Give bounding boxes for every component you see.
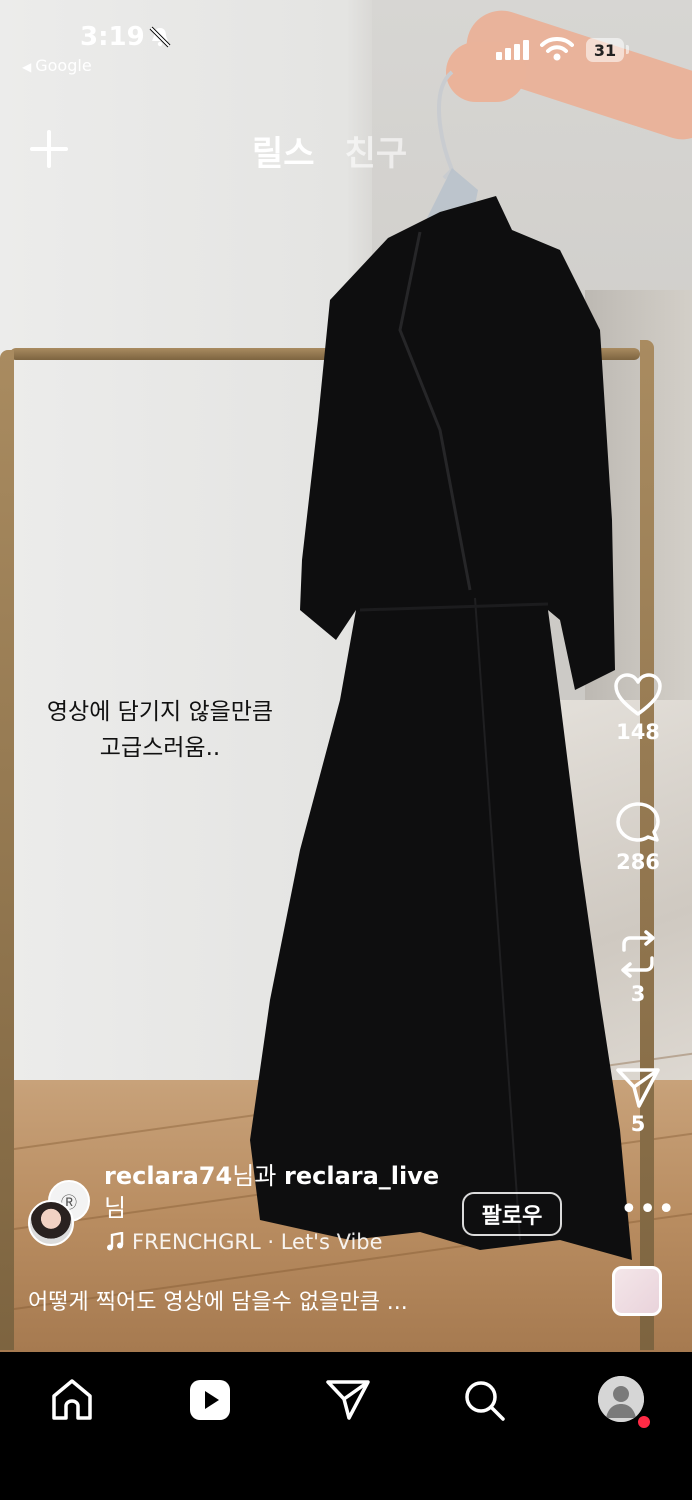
reels-icon	[190, 1380, 230, 1420]
video-text-overlay: 영상에 담기지 않을만큼 고급스러움..	[0, 694, 320, 766]
nav-messages[interactable]	[324, 1376, 372, 1424]
like-button[interactable]: 148	[606, 672, 670, 744]
nav-home[interactable]	[48, 1376, 96, 1424]
video-frame[interactable]	[0, 0, 692, 1352]
username-suffix: 님	[104, 1194, 127, 1222]
repost-icon	[621, 930, 655, 978]
send-icon	[616, 1068, 660, 1108]
reels-screen: 3:19 ◀ Google 31 릴스 친구 영상에 담기지 않을만큼 고급스러움…	[0, 0, 692, 1500]
like-count: 148	[616, 720, 660, 744]
username-reclara-live[interactable]: reclara_live	[284, 1162, 439, 1190]
profile-avatar-icon	[598, 1376, 644, 1422]
reels-tabs: 릴스 친구	[252, 126, 407, 175]
overlay-line-2: 고급스러움..	[99, 735, 221, 761]
back-app-label: Google	[35, 56, 92, 75]
comment-icon	[616, 802, 660, 842]
send-icon	[326, 1380, 370, 1420]
more-options-button[interactable]: •••	[620, 1195, 675, 1225]
music-info[interactable]: FRENCHGRL · Let's Vibe	[106, 1230, 383, 1254]
battery-level: 31	[593, 40, 617, 60]
tab-friends[interactable]: 친구	[345, 126, 408, 175]
overlay-line-1: 영상에 담기지 않을만큼	[46, 699, 274, 725]
collab-usernames: reclara74님과 reclara_live 님	[104, 1160, 454, 1224]
music-title: FRENCHGRL · Let's Vibe	[132, 1230, 383, 1254]
cellular-signal-icon	[496, 40, 529, 60]
wifi-icon	[540, 36, 574, 66]
audio-thumbnail[interactable]	[612, 1266, 662, 1316]
share-button[interactable]: 5	[606, 1066, 670, 1136]
notification-dot	[636, 1414, 652, 1430]
status-time: 3:19	[80, 22, 145, 52]
back-triangle-icon: ◀	[22, 60, 32, 74]
username-reclara74[interactable]: reclara74	[104, 1162, 232, 1190]
bottom-nav	[0, 1352, 692, 1500]
plus-icon	[30, 130, 68, 168]
nav-search[interactable]	[460, 1376, 508, 1424]
heart-icon	[614, 673, 662, 716]
username-joiner: 님과	[232, 1162, 284, 1190]
more-dots-icon: •••	[620, 1192, 677, 1227]
repost-button[interactable]: 3	[606, 928, 670, 1006]
share-count: 5	[630, 1112, 646, 1136]
silent-bell-icon	[148, 26, 172, 53]
nav-reels[interactable]	[186, 1376, 234, 1424]
search-icon	[465, 1381, 505, 1421]
follow-button[interactable]: 팔로우	[462, 1192, 562, 1236]
comment-button[interactable]: 286	[606, 800, 670, 874]
back-to-app-link[interactable]: ◀ Google	[22, 56, 92, 75]
home-icon	[52, 1379, 92, 1420]
music-note-icon	[107, 1232, 124, 1251]
create-plus-button[interactable]	[28, 128, 70, 170]
post-description[interactable]: 어떻게 찍어도 영상에 담을수 없을만큼 ...	[28, 1284, 588, 1316]
avatar-reclara74[interactable]	[28, 1200, 74, 1246]
dress-image	[250, 70, 632, 1260]
repost-count: 3	[630, 982, 646, 1006]
tab-reels[interactable]: 릴스	[252, 126, 315, 175]
nav-profile[interactable]	[598, 1376, 644, 1422]
battery-icon: 31	[586, 38, 624, 62]
comment-count: 286	[616, 850, 660, 874]
